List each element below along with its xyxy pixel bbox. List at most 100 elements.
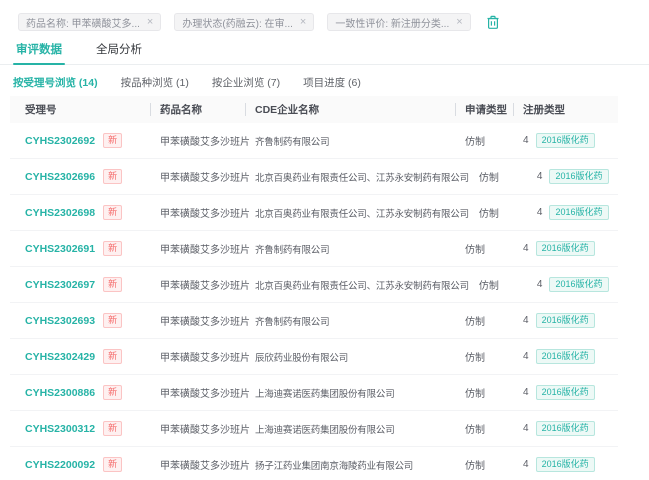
acceptance-no-link[interactable]: CYHS2200092	[25, 459, 95, 471]
drug-name: 甲苯磺酸艾多沙班片	[150, 313, 245, 328]
new-badge: 新	[103, 349, 122, 364]
table-row: CYHS2200092新 甲苯磺酸艾多沙班片 扬子江药业集团南京海陵药业有限公司…	[10, 447, 618, 480]
apply-type: 仿制	[455, 133, 513, 148]
apply-type: 仿制	[469, 277, 527, 292]
acceptance-no-link[interactable]: CYHS2302697	[25, 279, 95, 291]
table-header-row: 受理号 药品名称 CDE企业名称 申请类型 注册类型	[10, 96, 618, 123]
drug-name: 甲苯磺酸艾多沙班片	[150, 421, 245, 436]
reg-class: 4	[523, 423, 529, 434]
acceptance-no-link[interactable]: CYHS2302698	[25, 207, 95, 219]
table-row: CYHS2300312新 甲苯磺酸艾多沙班片 上海迪赛诺医药集团股份有限公司 仿…	[10, 411, 618, 447]
table-row: CYHS2300886 新 甲苯磺酸艾多沙班片 上海迪赛诺医药集团股份有限公司 仿…	[10, 375, 618, 411]
acceptance-no-link[interactable]: CYHS2302692	[25, 135, 95, 147]
close-icon[interactable]: ×	[456, 17, 462, 28]
reg-type-badge: 2016版化药	[549, 205, 608, 220]
new-badge: 新	[103, 205, 122, 220]
apply-type: 仿制	[455, 313, 513, 328]
table-row: CYHS2302691新 甲苯磺酸艾多沙班片 齐鲁制药有限公司 仿制 42016…	[10, 231, 618, 267]
filter-tag-label: 药品名称: 甲苯磺酸艾多...	[26, 15, 140, 30]
apply-type: 仿制	[455, 385, 513, 400]
column-header-acceptance-no: 受理号	[25, 102, 150, 117]
tab-review-data[interactable]: 审评数据	[16, 41, 62, 64]
new-badge: 新	[103, 457, 122, 472]
reg-type-badge: 2016版化药	[536, 241, 595, 256]
clear-all-filters-button[interactable]	[486, 15, 500, 30]
new-badge: 新	[103, 241, 122, 256]
company-name: 上海迪赛诺医药集团股份有限公司	[245, 386, 455, 400]
filter-tag-consistency: 一致性评价: 新注册分类... ×	[327, 13, 470, 31]
subtab-project-progress[interactable]: 项目进度 (6)	[303, 75, 361, 90]
new-badge: 新	[103, 385, 122, 400]
reg-class: 4	[523, 459, 529, 470]
apply-type: 仿制	[469, 205, 527, 220]
filter-tag-drug-name: 药品名称: 甲苯磺酸艾多... ×	[18, 13, 161, 31]
acceptance-no-link[interactable]: CYHS2302693	[25, 315, 95, 327]
company-name: 北京百奥药业有限责任公司、江苏永安制药有限公司	[245, 170, 469, 184]
reg-type-badge: 2016版化药	[549, 169, 608, 184]
reg-class: 4	[523, 351, 529, 362]
reg-type-badge: 2016版化药	[536, 313, 595, 328]
subtab-by-company[interactable]: 按企业浏览 (7)	[212, 75, 280, 90]
new-badge: 新	[103, 133, 122, 148]
reg-class: 4	[537, 279, 543, 290]
close-icon[interactable]: ×	[300, 17, 306, 28]
sub-tabs: 按受理号浏览 (14) 按品种浏览 (1) 按企业浏览 (7) 项目进度 (6)	[0, 75, 649, 90]
review-data-table: 受理号 药品名称 CDE企业名称 申请类型 注册类型 CYHS2302692新 …	[10, 96, 618, 480]
reg-type-badge: 2016版化药	[536, 349, 595, 364]
company-name: 齐鲁制药有限公司	[245, 134, 455, 148]
reg-type-badge: 2016版化药	[536, 457, 595, 472]
filter-tag-label: 一致性评价: 新注册分类...	[335, 15, 449, 30]
drug-name: 甲苯磺酸艾多沙班片	[150, 205, 245, 220]
company-name: 上海迪赛诺医药集团股份有限公司	[245, 422, 455, 436]
table-row: CYHS2302697新 甲苯磺酸艾多沙班片 北京百奥药业有限责任公司、江苏永安…	[10, 267, 618, 303]
apply-type: 仿制	[455, 421, 513, 436]
company-name: 齐鲁制药有限公司	[245, 314, 455, 328]
drug-name: 甲苯磺酸艾多沙班片	[150, 169, 245, 184]
column-header-company: CDE企业名称	[245, 102, 455, 117]
drug-name: 甲苯磺酸艾多沙班片	[150, 457, 245, 472]
company-name: 辰欣药业股份有限公司	[245, 350, 455, 364]
close-icon[interactable]: ×	[147, 17, 153, 28]
new-badge: 新	[103, 169, 122, 184]
column-header-drug-name: 药品名称	[150, 102, 245, 117]
apply-type: 仿制	[455, 349, 513, 364]
reg-class: 4	[523, 135, 529, 146]
acceptance-no-link[interactable]: CYHS2300312	[25, 423, 95, 435]
subtab-by-variety[interactable]: 按品种浏览 (1)	[121, 75, 189, 90]
acceptance-no-link[interactable]: CYHS2300886	[25, 387, 95, 399]
table-row: CYHS2302696 新 甲苯磺酸艾多沙班片 北京百奥药业有限责任公司、江苏永安…	[10, 159, 618, 195]
table-row: CYHS2302698 新 甲苯磺酸艾多沙班片 北京百奥药业有限责任公司、江苏永安…	[10, 195, 618, 231]
new-badge: 新	[103, 313, 122, 328]
filter-tag-label: 办理状态(药融云): 在审...	[182, 15, 293, 30]
company-name: 北京百奥药业有限责任公司、江苏永安制药有限公司	[245, 206, 469, 220]
main-tabs: 审评数据 全局分析	[0, 41, 649, 65]
reg-class: 4	[523, 243, 529, 254]
column-header-reg-type: 注册类型	[513, 102, 603, 117]
reg-type-badge: 2016版化药	[536, 133, 595, 148]
table-row: CYHS2302693 新 甲苯磺酸艾多沙班片 齐鲁制药有限公司 仿制 4 2016…	[10, 303, 618, 339]
tab-global-analysis[interactable]: 全局分析	[96, 41, 142, 64]
drug-name: 甲苯磺酸艾多沙班片	[150, 385, 245, 400]
table-row: CYHS2302692新 甲苯磺酸艾多沙班片 齐鲁制药有限公司 仿制 42016…	[10, 123, 618, 159]
filter-bar: 药品名称: 甲苯磺酸艾多... × 办理状态(药融云): 在审... × 一致性…	[0, 0, 649, 31]
apply-type: 仿制	[455, 457, 513, 472]
filter-tag-status: 办理状态(药融云): 在审... ×	[174, 13, 314, 31]
reg-class: 4	[537, 207, 543, 218]
reg-type-badge: 2016版化药	[536, 385, 595, 400]
reg-class: 4	[523, 387, 529, 398]
acceptance-no-link[interactable]: CYHS2302696	[25, 171, 95, 183]
drug-name: 甲苯磺酸艾多沙班片	[150, 349, 245, 364]
drug-name: 甲苯磺酸艾多沙班片	[150, 277, 245, 292]
column-header-apply-type: 申请类型	[455, 102, 513, 117]
reg-class: 4	[537, 171, 543, 182]
table-row: CYHS2302429 新 甲苯磺酸艾多沙班片 辰欣药业股份有限公司 仿制 4 20…	[10, 339, 618, 375]
subtab-by-acceptance-no[interactable]: 按受理号浏览 (14)	[13, 75, 98, 90]
drug-name: 甲苯磺酸艾多沙班片	[150, 241, 245, 256]
reg-class: 4	[523, 315, 529, 326]
reg-type-badge: 2016版化药	[549, 277, 608, 292]
apply-type: 仿制	[455, 241, 513, 256]
company-name: 北京百奥药业有限责任公司、江苏永安制药有限公司	[245, 278, 469, 292]
trash-icon	[486, 15, 500, 30]
acceptance-no-link[interactable]: CYHS2302429	[25, 351, 95, 363]
acceptance-no-link[interactable]: CYHS2302691	[25, 243, 95, 255]
